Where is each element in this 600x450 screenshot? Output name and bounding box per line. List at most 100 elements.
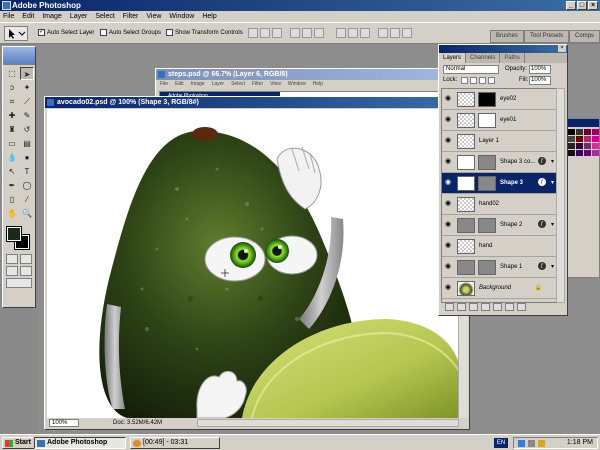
swatches-palette-title-bar[interactable] bbox=[566, 119, 599, 127]
opacity-field[interactable]: 100% bbox=[529, 65, 551, 74]
slice-tool-icon[interactable]: ⟋ bbox=[20, 95, 34, 108]
eye-icon[interactable]: ◉ bbox=[444, 242, 452, 250]
jump-to-imageready-button[interactable] bbox=[6, 278, 32, 288]
foreground-color-swatch[interactable] bbox=[6, 226, 22, 242]
pen-tool-icon[interactable]: ✒ bbox=[5, 179, 19, 192]
brush-tool-icon[interactable]: ✎ bbox=[20, 109, 34, 122]
crop-tool-icon[interactable]: ⌗ bbox=[5, 95, 19, 108]
expand-arrow-icon[interactable]: ▾ bbox=[551, 179, 554, 186]
align-left-icon[interactable] bbox=[290, 28, 300, 38]
healing-brush-tool-icon[interactable]: ✚ bbox=[5, 109, 19, 122]
avocado-document-window[interactable]: avocado02.psd @ 100% (Shape 3, RGB/8#) 1… bbox=[44, 96, 470, 430]
layer-style-icon[interactable]: ƒ bbox=[538, 262, 546, 270]
vector-mask-thumbnail[interactable] bbox=[478, 155, 496, 170]
eye-icon[interactable]: ◉ bbox=[444, 95, 452, 103]
tab-paths[interactable]: Paths bbox=[500, 53, 525, 63]
add-layer-style-icon[interactable] bbox=[457, 303, 466, 311]
avocado-horizontal-scrollbar[interactable] bbox=[197, 419, 459, 427]
menu-select[interactable]: Select bbox=[95, 11, 114, 22]
volume-icon[interactable] bbox=[528, 440, 535, 447]
zoom-tool-icon[interactable]: 🔍 bbox=[20, 207, 34, 220]
expand-arrow-icon[interactable]: ▾ bbox=[551, 158, 554, 165]
menu-filter[interactable]: Filter bbox=[123, 11, 139, 22]
vector-mask-thumbnail[interactable] bbox=[478, 218, 496, 233]
expand-arrow-icon[interactable]: ▾ bbox=[551, 263, 554, 270]
distribute-bottom-icon[interactable] bbox=[360, 28, 370, 38]
show-transform-controls-option[interactable]: Show Transform Controls bbox=[166, 29, 243, 36]
standard-screen-mode-button[interactable] bbox=[6, 266, 18, 276]
distribute-vcenter-icon[interactable] bbox=[348, 28, 358, 38]
tab-channels[interactable]: Channels bbox=[466, 53, 501, 63]
menu-help[interactable]: Help bbox=[202, 11, 216, 22]
language-indicator[interactable]: EN bbox=[494, 438, 508, 448]
layer-row[interactable]: ◉ Shape 3 ƒ ▾ bbox=[442, 173, 556, 194]
avocado-document-title-bar[interactable]: avocado02.psd @ 100% (Shape 3, RGB/8#) bbox=[45, 97, 469, 108]
eye-icon[interactable]: ◉ bbox=[444, 116, 452, 124]
tab-tool-presets[interactable]: Tool Presets bbox=[523, 30, 569, 43]
tab-comps[interactable]: Comps bbox=[568, 30, 600, 43]
distribute-left-icon[interactable] bbox=[378, 28, 388, 38]
auto-select-groups-checkbox[interactable] bbox=[100, 29, 107, 36]
menu-file[interactable]: File bbox=[3, 11, 14, 22]
layer-row[interactable]: ◉ Layer 1 bbox=[442, 131, 556, 152]
eye-icon[interactable]: ◉ bbox=[444, 158, 452, 166]
steps-document-title-bar[interactable]: steps.psd @ 66.7% (Layer 6, RGB/8) bbox=[156, 69, 474, 80]
taskbar-item-photoshop[interactable]: Adobe Photoshop bbox=[34, 437, 126, 449]
new-fill-layer-icon[interactable] bbox=[481, 303, 490, 311]
align-hcenter-icon[interactable] bbox=[302, 28, 312, 38]
full-screen-mode-button[interactable] bbox=[20, 266, 32, 276]
swatches-palette[interactable] bbox=[565, 118, 600, 278]
lock-image-icon[interactable] bbox=[470, 77, 477, 84]
distribute-hcenter-icon[interactable] bbox=[390, 28, 400, 38]
lasso-tool-icon[interactable]: ↄ bbox=[5, 81, 19, 94]
align-top-icon[interactable] bbox=[248, 28, 258, 38]
tab-layers[interactable]: Layers bbox=[439, 53, 467, 63]
expand-arrow-icon[interactable]: ▾ bbox=[551, 221, 554, 228]
zoom-level-field[interactable]: 100% bbox=[49, 419, 79, 427]
maximize-button[interactable]: □ bbox=[577, 1, 587, 10]
layers-palette-title-bar[interactable]: × bbox=[439, 45, 567, 53]
menu-window[interactable]: Window bbox=[169, 11, 194, 22]
new-group-icon[interactable] bbox=[493, 303, 502, 311]
history-brush-tool-icon[interactable]: ↺ bbox=[20, 123, 34, 136]
layer-style-icon[interactable]: ƒ bbox=[538, 220, 546, 228]
magic-wand-tool-icon[interactable]: ✦ bbox=[20, 81, 34, 94]
lock-position-icon[interactable] bbox=[479, 77, 486, 84]
clone-stamp-tool-icon[interactable]: ♜ bbox=[5, 123, 19, 136]
path-selection-tool-icon[interactable]: ↖ bbox=[5, 165, 19, 178]
menu-layer[interactable]: Layer bbox=[70, 11, 88, 22]
tray-app-icon[interactable] bbox=[538, 440, 545, 447]
auto-select-layer-option[interactable]: ✓ Auto Select Layer bbox=[38, 29, 94, 36]
layer-row[interactable]: ◉ hand02 bbox=[442, 194, 556, 215]
eye-icon[interactable]: ◉ bbox=[444, 263, 452, 271]
eye-icon[interactable]: ◉ bbox=[444, 284, 452, 292]
align-bottom-icon[interactable] bbox=[272, 28, 282, 38]
layer-row[interactable]: ◉ eye02 bbox=[442, 89, 556, 110]
layers-scrollbar[interactable] bbox=[556, 88, 565, 303]
quick-mask-mode-button[interactable] bbox=[20, 254, 32, 264]
marquee-tool-icon[interactable]: ⬚ bbox=[5, 67, 19, 80]
document-size[interactable]: Doc: 3.52M/6.42M bbox=[113, 418, 162, 428]
eye-icon[interactable]: ◉ bbox=[444, 200, 452, 208]
layer-row[interactable]: ◉ Shape 3 co... ƒ ▾ bbox=[442, 152, 556, 173]
eyedropper-tool-icon[interactable]: ⁄ bbox=[20, 193, 34, 206]
blur-tool-icon[interactable]: 💧 bbox=[5, 151, 19, 164]
vector-mask-thumbnail[interactable] bbox=[478, 176, 496, 191]
show-transform-checkbox[interactable] bbox=[166, 29, 173, 36]
close-icon[interactable]: × bbox=[558, 45, 566, 52]
taskbar-item-media-player[interactable]: [00:49] - 03:31 bbox=[130, 437, 220, 449]
menu-edit[interactable]: Edit bbox=[22, 11, 34, 22]
fill-field[interactable]: 100% bbox=[529, 76, 551, 85]
hand-tool-icon[interactable]: ✋ bbox=[5, 207, 19, 220]
distribute-top-icon[interactable] bbox=[336, 28, 346, 38]
adobe-feather-logo[interactable] bbox=[3, 47, 35, 65]
layer-row[interactable]: ◉ Shape 1 ƒ ▾ bbox=[442, 257, 556, 278]
lock-all-icon[interactable] bbox=[488, 77, 495, 84]
layers-palette[interactable]: × Layers Channels Paths Normal Opacity: … bbox=[438, 44, 568, 316]
add-layer-mask-icon[interactable] bbox=[469, 303, 478, 311]
eraser-tool-icon[interactable]: ▭ bbox=[5, 137, 19, 150]
eye-icon[interactable]: ◉ bbox=[444, 179, 452, 187]
shape-tool-icon[interactable]: ◯ bbox=[20, 179, 34, 192]
tab-brushes[interactable]: Brushes bbox=[489, 30, 524, 43]
align-right-icon[interactable] bbox=[314, 28, 324, 38]
